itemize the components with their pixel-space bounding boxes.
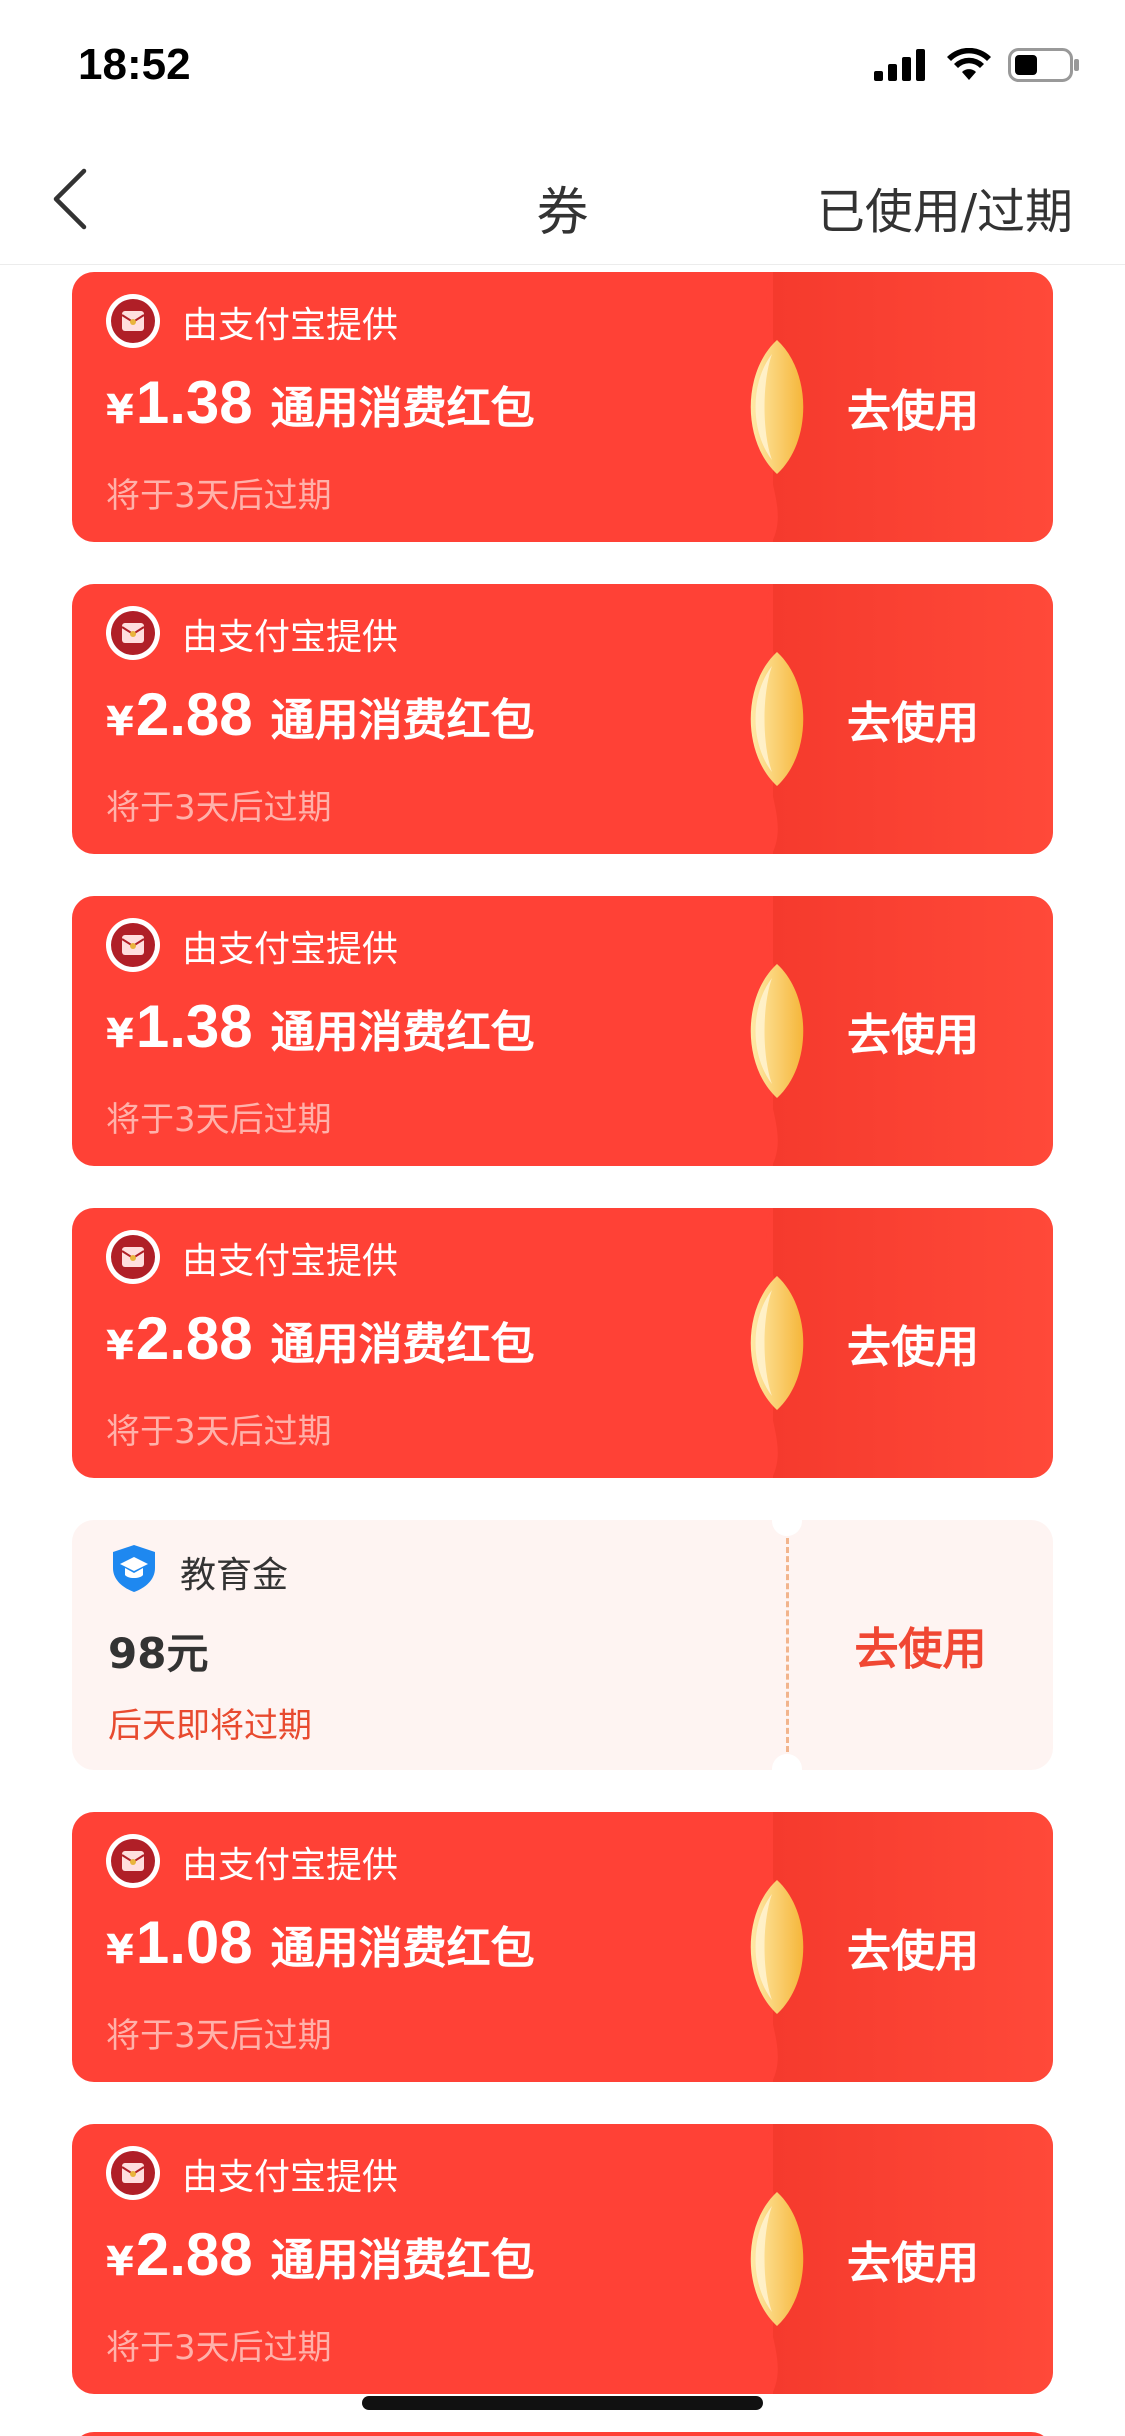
expire-text: 将于3天后过期 [106,1100,332,1140]
education-coupon-amount: 98元 [108,1629,209,1678]
used-expired-link[interactable]: 已使用/过期 [817,172,1073,242]
coupon-card[interactable]: 由支付宝提供 ¥ 1.08 通用消费红包 将于3天后过期 去使用 [72,1812,1053,2082]
status-time: 18:52 [78,40,191,89]
coupon-type: 通用消费红包 [270,383,535,434]
coupon-amount: 1.38 [135,369,253,436]
use-button[interactable]: 去使用 [773,896,1053,1166]
expire-text: 将于3天后过期 [106,1412,332,1452]
graduation-cap-shield-icon [113,1545,155,1592]
education-coupon-title: 教育金 [180,1555,289,1596]
provider-label: 由支付宝提供 [182,1241,399,1282]
coupon-type: 通用消费红包 [270,1007,535,1058]
alipay-redpacket-icon [106,1834,160,1888]
education-expire-text: 后天即将过期 [108,1706,312,1746]
coupon-card[interactable]: 由支付宝提供 ¥ 2.88 通用消费红包 将于3天后过期 去使用 [72,584,1053,854]
wifi-icon [947,48,991,80]
amount-row: ¥ 1.38 通用消费红包 [106,368,535,437]
currency-symbol: ¥ [106,1927,134,1973]
coupon-list[interactable]: 由支付宝提供 ¥ 1.38 通用消费红包 将于3天后过期 去使用 由支付宝提供 … [0,264,1125,2436]
use-button[interactable]: 去使用 [773,272,1053,542]
coupon-card-partial[interactable] [72,2432,1053,2436]
provider-label: 由支付宝提供 [182,2157,399,2198]
coupon-card[interactable]: 由支付宝提供 ¥ 2.88 通用消费红包 将于3天后过期 去使用 [72,2124,1053,2394]
alipay-redpacket-icon [106,1230,160,1284]
alipay-redpacket-icon [106,294,160,348]
provider-label: 由支付宝提供 [182,929,399,970]
status-bar: 18:52 [0,0,1125,134]
amount-row: ¥ 1.38 通用消费红包 [106,992,535,1061]
coupon-type: 通用消费红包 [270,1319,535,1370]
amount-row: ¥ 2.88 通用消费红包 [106,1304,535,1373]
education-coupon-card[interactable]: 教育金 98元 后天即将过期 去使用 [72,1520,1053,1770]
coupon-amount: 2.88 [135,2221,253,2288]
expire-text: 将于3天后过期 [106,476,332,516]
alipay-redpacket-icon [106,2146,160,2200]
cellular-signal-icon [874,49,925,81]
currency-symbol: ¥ [106,387,134,433]
currency-symbol: ¥ [106,1323,134,1369]
expire-text: 将于3天后过期 [106,788,332,828]
coupon-amount: 1.08 [135,1909,253,1976]
battery-icon [1008,48,1079,82]
education-use-button[interactable]: 去使用 [788,1520,1053,1770]
coupon-card[interactable]: 由支付宝提供 ¥ 2.88 通用消费红包 将于3天后过期 去使用 [72,1208,1053,1478]
provider-label: 由支付宝提供 [182,1845,399,1886]
provider-label: 由支付宝提供 [182,617,399,658]
alipay-redpacket-icon [106,918,160,972]
coupon-type: 通用消费红包 [270,695,535,746]
amount-row: ¥ 1.08 通用消费红包 [106,1908,535,1977]
amount-row: ¥ 2.88 通用消费红包 [106,2220,535,2289]
use-button[interactable]: 去使用 [773,2124,1053,2394]
nav-bar: 券 已使用/过期 [0,134,1125,265]
currency-symbol: ¥ [106,1011,134,1057]
coupon-amount: 1.38 [135,993,253,1060]
expire-text: 将于3天后过期 [106,2328,332,2368]
coupon-card[interactable]: 由支付宝提供 ¥ 1.38 通用消费红包 将于3天后过期 去使用 [72,272,1053,542]
amount-row: ¥ 2.88 通用消费红包 [106,680,535,749]
use-button[interactable]: 去使用 [773,1812,1053,2082]
use-button[interactable]: 去使用 [773,584,1053,854]
coupon-type: 通用消费红包 [270,2235,535,2286]
alipay-redpacket-icon [106,606,160,660]
coupon-card[interactable]: 由支付宝提供 ¥ 1.38 通用消费红包 将于3天后过期 去使用 [72,896,1053,1166]
coupon-amount: 2.88 [135,681,253,748]
coupon-amount: 2.88 [135,1305,253,1372]
use-button[interactable]: 去使用 [773,1208,1053,1478]
provider-label: 由支付宝提供 [182,305,399,346]
currency-symbol: ¥ [106,699,134,745]
home-indicator[interactable] [362,2396,763,2410]
coupon-type: 通用消费红包 [270,1923,535,1974]
expire-text: 将于3天后过期 [106,2016,332,2056]
status-icons [874,48,1080,82]
currency-symbol: ¥ [106,2239,134,2285]
